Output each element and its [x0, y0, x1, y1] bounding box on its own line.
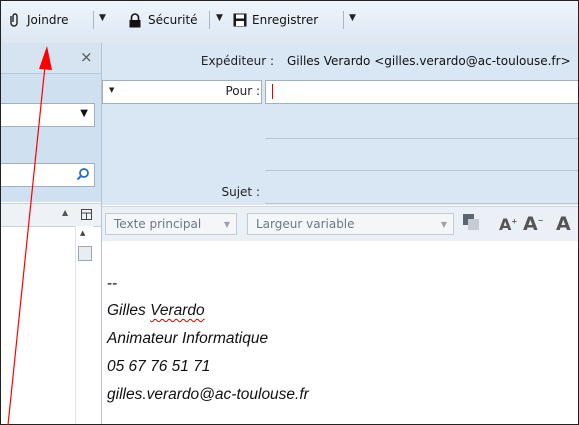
bold-button[interactable]: A	[556, 213, 571, 235]
font-select[interactable]: Largeur variable ▼	[247, 213, 454, 235]
formatting-toolbar: Texte principal ▼ Largeur variable ▼ A+ …	[102, 206, 578, 242]
security-label: Sécurité	[148, 13, 198, 27]
toolbar-separator	[343, 11, 344, 29]
subject-field[interactable]	[265, 181, 578, 204]
chevron-down-icon: ▼	[80, 108, 88, 119]
chevron-down-icon: ▼	[223, 220, 230, 229]
message-body[interactable]: -- Gilles Verardo Animateur Informatique…	[102, 241, 578, 424]
search-icon	[76, 168, 89, 181]
column-picker-icon[interactable]	[81, 209, 92, 220]
signature-separator: --	[107, 275, 118, 292]
paragraph-style-value: Texte principal	[114, 217, 202, 231]
text-cursor	[272, 84, 273, 99]
toolbar-separator	[209, 11, 210, 29]
contact-list-header[interactable]: ▲	[1, 203, 101, 227]
font-larger-button[interactable]: A+	[499, 215, 517, 234]
signature-email: gilles.verardo@ac-toulouse.fr	[107, 386, 309, 403]
paragraph-style-select[interactable]: Texte principal ▼	[105, 213, 237, 235]
signature-name: Gilles Verardo	[107, 302, 205, 319]
attach-button[interactable]: Joindre	[7, 11, 69, 29]
chevron-down-icon: ▼	[109, 86, 115, 94]
text-color-icon[interactable]	[462, 211, 482, 233]
scroll-thumb[interactable]	[78, 246, 92, 261]
attach-label: Joindre	[27, 13, 69, 27]
floppy-disk-icon	[233, 13, 247, 27]
to-label: Pour :	[225, 84, 260, 98]
security-dropdown-arrow[interactable]: ▼	[216, 13, 223, 23]
compose-toolbar: Joindre ▼ Sécurité ▼ Enregistrer ▼	[1, 1, 578, 43]
spellcheck-word: Verardo	[150, 302, 205, 319]
address-book-select[interactable]: ▼	[1, 103, 95, 127]
lock-icon	[129, 12, 141, 27]
chevron-down-icon: ▼	[440, 220, 447, 229]
contact-list-scrollbar[interactable]: ▲	[75, 226, 93, 424]
signature-phone: 05 67 76 51 71	[107, 358, 211, 375]
contacts-sidebar: × ▼ ▲ ▲	[1, 43, 102, 424]
close-icon[interactable]: ×	[80, 48, 93, 66]
subject-label: Sujet :	[221, 185, 260, 199]
save-button[interactable]: Enregistrer	[233, 11, 318, 29]
scroll-up-arrow[interactable]: ▲	[80, 229, 85, 237]
to-field[interactable]	[265, 80, 578, 104]
font-smaller-button[interactable]: A−	[523, 213, 544, 235]
sort-ascending-icon[interactable]: ▲	[62, 208, 68, 217]
attach-dropdown-arrow[interactable]: ▼	[99, 13, 106, 23]
font-value: Largeur variable	[256, 217, 355, 231]
save-label: Enregistrer	[252, 13, 319, 27]
toolbar-separator	[93, 11, 94, 29]
security-button[interactable]: Sécurité	[128, 11, 198, 29]
sidebar-header: ×	[1, 43, 101, 74]
compose-window: Joindre ▼ Sécurité ▼ Enregistrer ▼ × ▼ ▲…	[0, 0, 579, 425]
recipient-row-line	[265, 138, 578, 139]
from-label: Expéditeur :	[200, 54, 274, 68]
contact-search-input[interactable]	[1, 163, 95, 187]
signature-title: Animateur Informatique	[107, 330, 269, 347]
message-header: Expéditeur : Gilles Verardo <gilles.vera…	[102, 43, 578, 205]
paperclip-icon	[10, 13, 18, 27]
from-value[interactable]: Gilles Verardo <gilles.verardo@ac-toulou…	[287, 54, 571, 68]
save-dropdown-arrow[interactable]: ▼	[349, 13, 356, 23]
recipient-row-line	[265, 170, 578, 171]
